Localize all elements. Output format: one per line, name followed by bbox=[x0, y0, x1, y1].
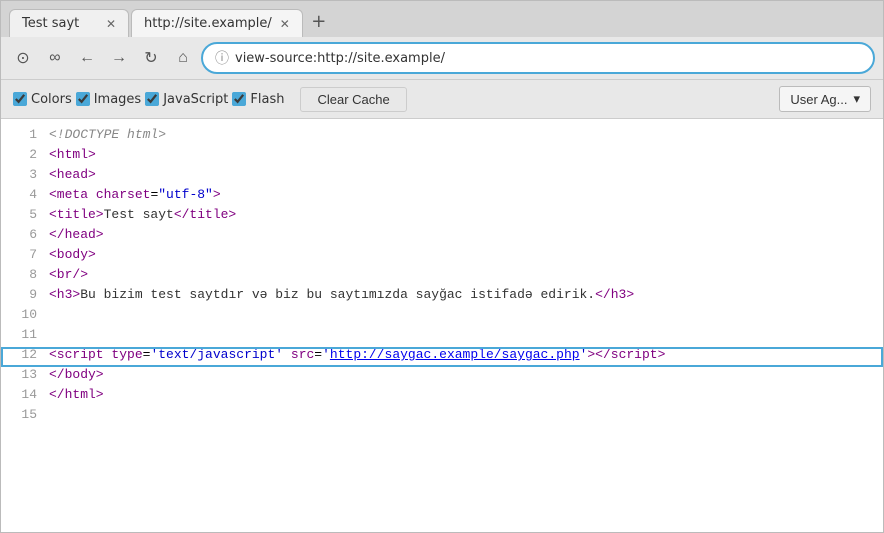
source-line: 13 </body> bbox=[1, 367, 883, 387]
infinity-button[interactable]: ∞ bbox=[41, 44, 69, 72]
home-icon: ⌂ bbox=[178, 49, 188, 67]
toolbar: Colors Images JavaScript Flash Clear Cac… bbox=[1, 80, 883, 119]
reload-icon: ↻ bbox=[144, 48, 157, 68]
line-number: 3 bbox=[9, 167, 37, 182]
line-number: 14 bbox=[9, 387, 37, 402]
line-number: 8 bbox=[9, 267, 37, 282]
nav-bar: ⊙ ∞ ← → ↻ ⌂ ⓘ view-source:http://site.ex… bbox=[1, 37, 883, 80]
source-line: 9 <h3>Bu bizim test saytdır və biz bu say… bbox=[1, 287, 883, 307]
source-line: 2 <html> bbox=[1, 147, 883, 167]
reload-button[interactable]: ↻ bbox=[137, 44, 165, 72]
tab-bar: Test sayt ✕ http://site.example/ ✕ + bbox=[1, 1, 883, 37]
line-content: <script type='text/javascript' src='http… bbox=[49, 347, 875, 362]
line-number: 11 bbox=[9, 327, 37, 342]
source-view: 1 <!DOCTYPE html> 2 <html> 3 <head> 4 <meta cha… bbox=[1, 119, 883, 532]
user-agent-button[interactable]: User Ag... ▾ bbox=[779, 86, 871, 112]
line-content: <br/> bbox=[49, 267, 875, 282]
back-button[interactable]: ← bbox=[73, 44, 101, 72]
forward-button[interactable]: → bbox=[105, 44, 133, 72]
line-number: 13 bbox=[9, 367, 37, 382]
javascript-checkbox-item[interactable]: JavaScript bbox=[145, 92, 228, 107]
line-number: 15 bbox=[9, 407, 37, 422]
history-back-button[interactable]: ⊙ bbox=[9, 44, 37, 72]
address-text: view-source:http://site.example/ bbox=[235, 51, 445, 66]
line-content: </head> bbox=[49, 227, 875, 242]
source-line: 5 <title>Test sayt</title> bbox=[1, 207, 883, 227]
line-number: 12 bbox=[9, 347, 37, 362]
colors-label: Colors bbox=[31, 92, 72, 107]
source-line: 8 <br/> bbox=[1, 267, 883, 287]
line-number: 10 bbox=[9, 307, 37, 322]
line-number: 9 bbox=[9, 287, 37, 302]
history-icon: ⊙ bbox=[16, 48, 29, 68]
flash-label: Flash bbox=[250, 92, 284, 107]
tab-label: Test sayt bbox=[22, 16, 79, 31]
line-number: 1 bbox=[9, 127, 37, 142]
source-line: 15 bbox=[1, 407, 883, 427]
line-content: </html> bbox=[49, 387, 875, 402]
browser-window: Test sayt ✕ http://site.example/ ✕ + ⊙ ∞… bbox=[0, 0, 884, 533]
user-agent-label: User Ag... bbox=[790, 92, 847, 107]
line-number: 7 bbox=[9, 247, 37, 262]
line-content: <head> bbox=[49, 167, 875, 182]
line-number: 4 bbox=[9, 187, 37, 202]
images-label: Images bbox=[94, 92, 142, 107]
line-content: <h3>Bu bizim test saytdır və biz bu sayt… bbox=[49, 287, 875, 302]
source-line: 11 bbox=[1, 327, 883, 347]
source-line: 3 <head> bbox=[1, 167, 883, 187]
source-line: 7 <body> bbox=[1, 247, 883, 267]
tab-close-icon[interactable]: ✕ bbox=[106, 17, 116, 31]
source-line: 4 <meta charset="utf-8"> bbox=[1, 187, 883, 207]
line-number: 6 bbox=[9, 227, 37, 242]
tab-close-icon[interactable]: ✕ bbox=[280, 17, 290, 31]
source-line: 10 bbox=[1, 307, 883, 327]
javascript-label: JavaScript bbox=[163, 92, 228, 107]
line-number: 5 bbox=[9, 207, 37, 222]
tab-label: http://site.example/ bbox=[144, 16, 272, 31]
javascript-checkbox[interactable] bbox=[145, 92, 159, 106]
source-line: 6 </head> bbox=[1, 227, 883, 247]
back-arrow-icon: ← bbox=[79, 49, 95, 67]
dropdown-icon: ▾ bbox=[853, 91, 860, 107]
forward-arrow-icon: → bbox=[111, 49, 127, 67]
address-bar[interactable]: ⓘ view-source:http://site.example/ bbox=[201, 42, 875, 74]
line-content: </body> bbox=[49, 367, 875, 382]
line-content: <title>Test sayt</title> bbox=[49, 207, 875, 222]
flash-checkbox[interactable] bbox=[232, 92, 246, 106]
colors-checkbox-item[interactable]: Colors bbox=[13, 92, 72, 107]
images-checkbox[interactable] bbox=[76, 92, 90, 106]
info-icon: ⓘ bbox=[215, 48, 229, 68]
new-tab-button[interactable]: + bbox=[305, 7, 333, 35]
clear-cache-button[interactable]: Clear Cache bbox=[300, 87, 406, 112]
tab-site-example[interactable]: http://site.example/ ✕ bbox=[131, 9, 303, 37]
line-content: <meta charset="utf-8"> bbox=[49, 187, 875, 202]
source-line: 14 </html> bbox=[1, 387, 883, 407]
source-line: 1 <!DOCTYPE html> bbox=[1, 127, 883, 147]
flash-checkbox-item[interactable]: Flash bbox=[232, 92, 284, 107]
infinity-icon: ∞ bbox=[49, 49, 60, 67]
line-content: <body> bbox=[49, 247, 875, 262]
images-checkbox-item[interactable]: Images bbox=[76, 92, 142, 107]
line-content: <!DOCTYPE html> bbox=[49, 127, 875, 142]
colors-checkbox[interactable] bbox=[13, 92, 27, 106]
tab-test-sayt[interactable]: Test sayt ✕ bbox=[9, 9, 129, 37]
home-button[interactable]: ⌂ bbox=[169, 44, 197, 72]
line-number: 2 bbox=[9, 147, 37, 162]
line-content: <html> bbox=[49, 147, 875, 162]
source-line: 12 <script type='text/javascript' src='ht… bbox=[1, 347, 883, 367]
